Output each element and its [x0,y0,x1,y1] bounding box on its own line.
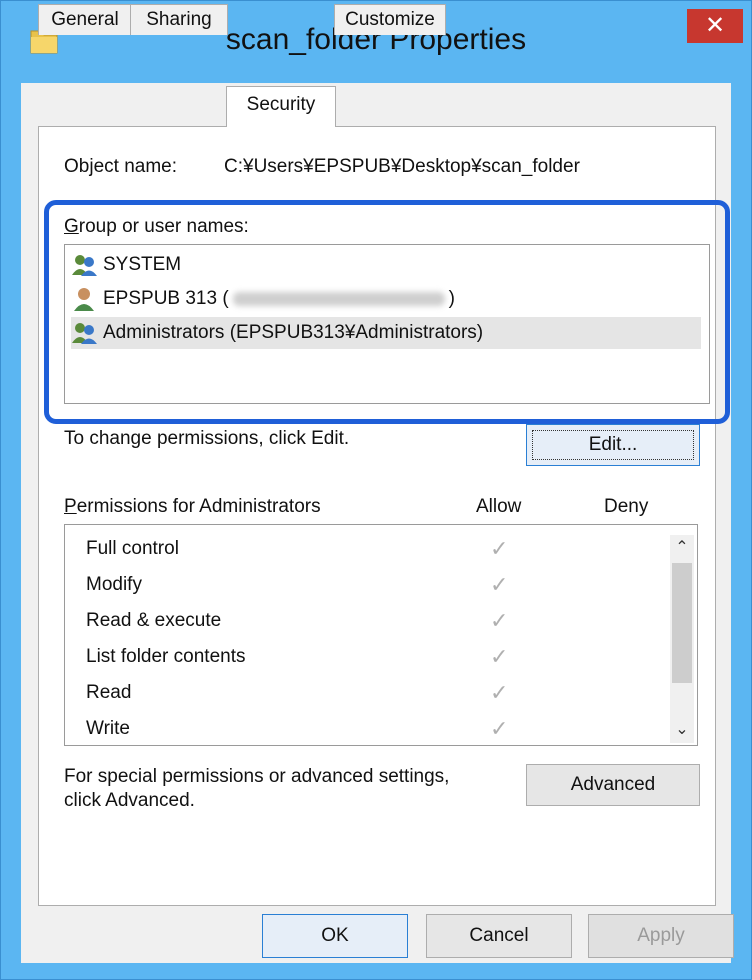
allow-check-icon: ✓ [490,536,509,561]
permission-name: Full control [86,538,179,559]
cancel-button-label: Cancel [469,925,529,946]
permission-name: List folder contents [86,646,246,667]
permission-row: Modify [86,574,142,596]
advanced-text-line1: For special permissions or advanced sett… [64,766,450,787]
permission-name: Write [86,718,130,739]
allow-header: Allow [476,496,522,517]
scroll-up-icon[interactable]: ⌃ [670,537,694,557]
allow-check-icon: ✓ [490,680,509,705]
permission-name: Read [86,682,132,703]
advanced-button[interactable]: Advanced [526,764,700,806]
permission-row: Read [86,682,131,704]
scrollbar-thumb[interactable] [672,563,692,683]
permission-name: Read & execute [86,610,222,631]
tab-general[interactable]: General [38,4,132,35]
tab-sharing[interactable]: Sharing [130,4,228,35]
tab-security[interactable]: Security [226,86,336,127]
permissions-scrollbar[interactable]: ⌃ ⌄ [670,535,694,743]
focus-indicator [532,430,694,460]
allow-check-icon: ✓ [490,572,509,597]
advanced-text-line2: click Advanced. [64,790,195,811]
allow-check-icon: ✓ [490,608,509,633]
apply-button[interactable]: Apply [588,914,734,958]
permission-row: Write [86,718,130,740]
permission-row: List folder contents [86,646,245,668]
scroll-down-icon[interactable]: ⌄ [670,719,694,739]
permission-name: Modify [86,574,142,595]
change-permissions-text: To change permissions, click Edit. [64,428,350,449]
permission-row: Full control [86,538,179,560]
permissions-header: Permissions for Administrators [64,496,321,517]
cancel-button[interactable]: Cancel [426,914,572,958]
allow-check-icon: ✓ [490,644,509,669]
apply-button-label: Apply [637,925,685,946]
deny-header: Deny [604,496,649,517]
allow-check-icon: ✓ [490,716,509,741]
advanced-button-label: Advanced [570,774,656,795]
permission-row: Read & execute [86,610,221,632]
ok-button[interactable]: OK [262,914,408,958]
object-name-label: Object name: [64,156,177,177]
tab-customize[interactable]: Customize [334,4,446,35]
permissions-header-text: ermissions for Administrators [76,496,321,517]
ok-button-label: OK [321,925,349,946]
object-name-value: C:¥Users¥EPSPUB¥Desktop¥scan_folder [224,156,580,177]
highlight-box [44,200,730,424]
close-button[interactable]: ✕ [687,9,743,43]
